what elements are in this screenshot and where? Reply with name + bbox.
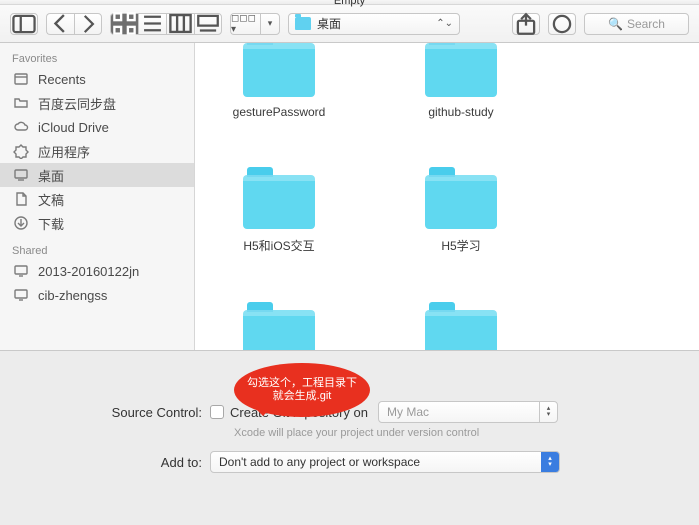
arrange-button[interactable]: ◻◻◻ ▾	[230, 13, 260, 35]
file-browser[interactable]: gesturePassword github-study H5和iOS交互 H5…	[195, 43, 699, 350]
shared-header: Shared	[0, 241, 194, 259]
columns-icon	[167, 10, 194, 37]
source-control-hint: Xcode will place your project under vers…	[234, 427, 699, 439]
folder-item[interactable]: github-study	[401, 43, 521, 119]
annotation-callout: 勾选这个，工程目录下就会生成.git	[234, 363, 370, 417]
gallery-icon	[195, 11, 221, 37]
sidebar-item-documents[interactable]: 文稿	[0, 187, 194, 211]
source-control-label: Source Control:	[0, 405, 210, 420]
folder-item[interactable]: H5和iOS交互	[219, 175, 339, 254]
folder-icon	[425, 310, 497, 350]
chevron-updown-icon: ▴▾	[541, 452, 559, 472]
folder-icon	[243, 175, 315, 229]
computer-icon	[12, 287, 30, 303]
list-icon	[139, 10, 166, 37]
search-placeholder: Search	[627, 17, 665, 31]
folder-icon	[12, 95, 30, 111]
list-view-button[interactable]	[138, 13, 166, 35]
tags-button[interactable]	[548, 13, 576, 35]
location-label: 桌面	[317, 15, 436, 32]
arrange-icon: ◻◻◻ ▾	[231, 13, 260, 35]
sidebar-item-shared-1[interactable]: cib-zhengss	[0, 283, 194, 307]
sidebar-item-applications[interactable]: 应用程序	[0, 139, 194, 163]
chevron-left-icon	[47, 10, 74, 37]
column-view-button[interactable]	[166, 13, 194, 35]
folder-item[interactable]: swift练习	[401, 310, 521, 350]
create-git-checkbox[interactable]	[210, 405, 224, 419]
view-mode-segment	[110, 13, 222, 35]
sidebar-item-desktop[interactable]: 桌面	[0, 163, 194, 187]
applications-icon	[12, 143, 30, 159]
computer-icon	[12, 263, 30, 279]
toolbar: ◻◻◻ ▾ ▾ 桌面 ⌃⌄ 🔍 Search	[0, 5, 699, 43]
add-to-label: Add to:	[0, 455, 210, 470]
sidebar-icon	[11, 11, 37, 37]
cloud-icon	[12, 119, 30, 135]
sidebar-item-shared-0[interactable]: 2013-20160122jn	[0, 259, 194, 283]
sidebar-item-recents[interactable]: Recents	[0, 67, 194, 91]
grid-icon	[111, 10, 138, 37]
back-button[interactable]	[46, 13, 74, 35]
folder-icon	[243, 43, 315, 97]
options-panel: 勾选这个，工程目录下就会生成.git Source Control: Creat…	[0, 350, 699, 525]
git-location-select[interactable]: My Mac ▴▾	[378, 401, 558, 423]
folder-item[interactable]: gesturePassword	[219, 43, 339, 119]
search-icon: 🔍	[608, 17, 623, 31]
recents-icon	[12, 71, 30, 87]
add-to-select[interactable]: Don't add to any project or workspace ▴▾	[210, 451, 560, 473]
chevron-right-icon	[75, 11, 101, 37]
share-icon	[513, 11, 539, 37]
chevron-updown-icon: ▴▾	[539, 402, 557, 422]
desktop-icon	[12, 167, 30, 183]
search-field[interactable]: 🔍 Search	[584, 13, 689, 35]
folder-icon	[425, 43, 497, 97]
folder-icon	[295, 17, 311, 30]
coverflow-view-button[interactable]	[194, 13, 222, 35]
arrange-dropdown-button[interactable]: ▾	[260, 13, 280, 35]
icon-view-button[interactable]	[110, 13, 138, 35]
folder-item[interactable]: H5学习	[401, 175, 521, 254]
arrange-segment: ◻◻◻ ▾ ▾	[230, 13, 280, 35]
chevron-down-icon: ▾	[268, 18, 273, 29]
favorites-header: Favorites	[0, 49, 194, 67]
folder-icon	[243, 310, 315, 350]
tag-icon	[549, 11, 575, 37]
sidebar: Favorites Recents 百度云同步盘 iCloud Drive 应用…	[0, 43, 195, 350]
forward-button[interactable]	[74, 13, 102, 35]
sidebar-item-baidu[interactable]: 百度云同步盘	[0, 91, 194, 115]
sidebar-item-downloads[interactable]: 下载	[0, 211, 194, 235]
chevron-updown-icon: ⌃⌄	[436, 18, 453, 29]
nav-back-forward	[46, 13, 102, 35]
folder-icon	[425, 175, 497, 229]
documents-icon	[12, 191, 30, 207]
sidebar-toggle-button[interactable]	[10, 13, 38, 35]
location-dropdown[interactable]: 桌面 ⌃⌄	[288, 13, 460, 35]
folder-item[interactable]: mandy	[219, 310, 339, 350]
sidebar-item-icloud[interactable]: iCloud Drive	[0, 115, 194, 139]
action-button[interactable]	[512, 13, 540, 35]
downloads-icon	[12, 215, 30, 231]
